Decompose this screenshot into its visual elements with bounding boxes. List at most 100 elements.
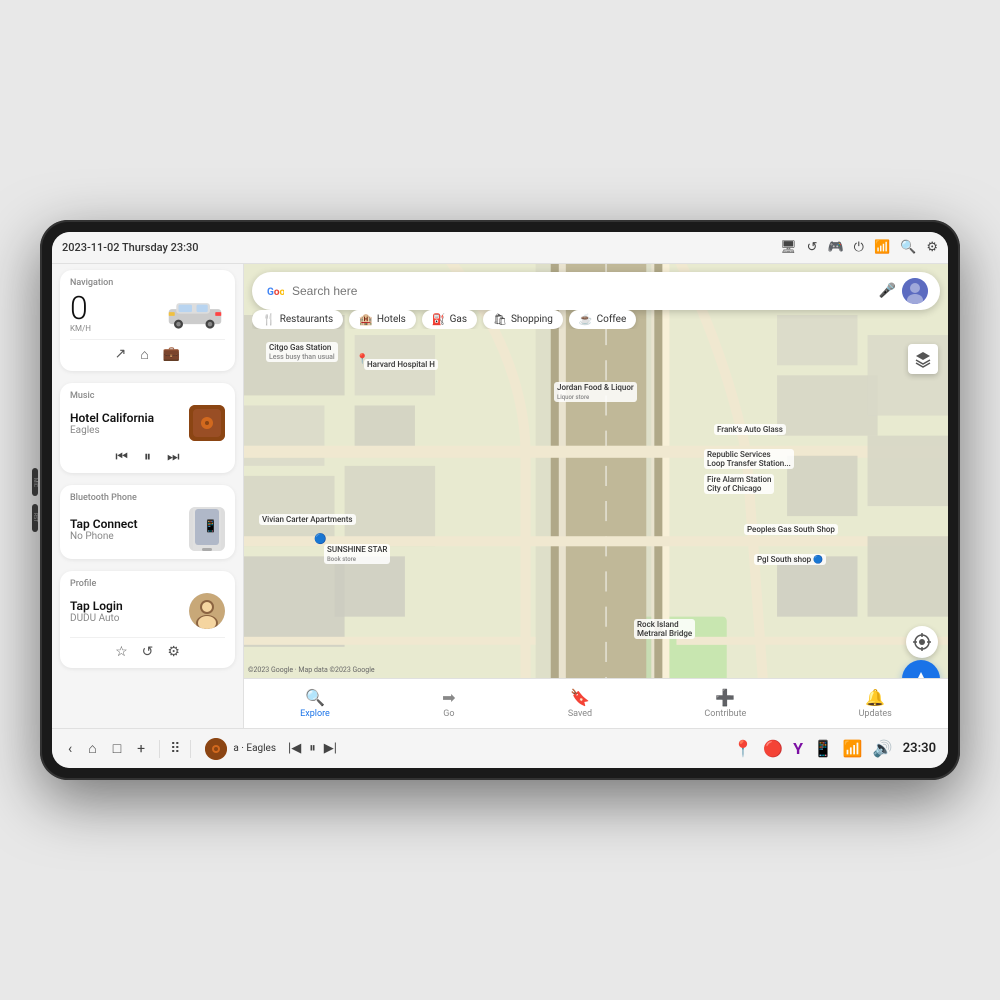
status-bar: 2023-11-02 Thursday 23:30 🖥 ↺ 🎮 ⏻ 📶 🔍 ⚙: [52, 232, 948, 264]
speed-display: 0 KM/H: [70, 292, 91, 333]
filter-hotels[interactable]: 🏨 Hotels: [349, 310, 416, 329]
svg-text:📱: 📱: [203, 519, 218, 533]
map-layers-button[interactable]: [908, 344, 938, 374]
music-artist: Eagles: [70, 425, 154, 436]
music-thumbnail: [189, 405, 225, 441]
locate-icon: [913, 633, 931, 651]
navigation-widget[interactable]: Navigation 0 KM/H: [60, 270, 235, 371]
bottom-saved[interactable]: 🔖 Saved: [568, 688, 592, 719]
filter-shopping[interactable]: 🛍 Shopping: [483, 310, 563, 329]
shopping-icon: 🛍: [493, 313, 507, 326]
layers-icon: [914, 350, 932, 368]
mic-button[interactable]: MIC: [32, 468, 38, 496]
bottom-go[interactable]: ➡ Go: [442, 688, 455, 719]
left-panel: Navigation 0 KM/H: [52, 264, 244, 728]
favorite-btn[interactable]: ☆: [115, 644, 128, 660]
speed-unit: KM/H: [70, 324, 91, 333]
map-search-bar[interactable]: Google 🎤: [252, 272, 940, 310]
music-widget[interactable]: Music Hotel California Eagles: [60, 383, 235, 473]
nav-direction-btn[interactable]: ↗: [115, 346, 127, 363]
bottom-next-btn[interactable]: ▶|: [324, 741, 337, 756]
bt-title: Tap Connect: [70, 517, 138, 531]
gas-icon: ⛽: [432, 313, 446, 326]
filter-coffee[interactable]: ☕ Coffee: [569, 310, 636, 329]
divider-2: [190, 740, 191, 758]
bluetooth-widget[interactable]: Bluetooth Phone Tap Connect No Phone 📱: [60, 485, 235, 559]
volume-icon[interactable]: 🔊: [873, 739, 893, 758]
music-controls: ⏮ ⏸ ⏭: [70, 449, 225, 465]
nav-actions: ↗ ⌂ 💼: [70, 339, 225, 363]
coffee-icon: ☕: [579, 313, 593, 326]
add-button[interactable]: +: [133, 739, 149, 759]
bottom-right-icons: 📍 🔴 Y 📱 📶 🔊 23:30: [733, 739, 936, 758]
profile-info: Tap Login DUDU Auto: [70, 599, 123, 624]
back-button[interactable]: ‹: [64, 739, 76, 759]
bottom-time: 23:30: [903, 741, 936, 756]
recent-button[interactable]: □: [109, 738, 125, 759]
settings-icon[interactable]: ⚙: [926, 240, 938, 255]
profile-avatar: [189, 593, 225, 629]
filter-coffee-label: Coffee: [597, 314, 627, 325]
bottom-play-pause-btn[interactable]: ⏸: [309, 741, 316, 756]
bt-content: Tap Connect No Phone 📱: [70, 507, 225, 551]
filter-gas[interactable]: ⛽ Gas: [422, 310, 477, 329]
bottom-prev-btn[interactable]: |◀: [288, 741, 301, 756]
divider-1: [159, 740, 160, 758]
music-title: Hotel California: [70, 411, 154, 425]
bottom-contribute[interactable]: ➕ Contribute: [704, 688, 746, 719]
updates-label: Updates: [859, 709, 892, 719]
nav-work-btn[interactable]: 💼: [163, 346, 180, 363]
sync-btn[interactable]: ↺: [142, 644, 154, 660]
power-icon: ⏻: [854, 240, 864, 255]
profile-title: Tap Login: [70, 599, 123, 613]
car-display-device: MIC RST 2023-11-02 Thursday 23:30 🖥 ↺ 🎮 …: [40, 220, 960, 780]
bt-label: Bluetooth Phone: [70, 493, 225, 503]
saved-label: Saved: [568, 709, 592, 719]
filter-gas-label: Gas: [450, 314, 467, 325]
map-svg: [244, 264, 948, 728]
carplay-icon: 📱: [813, 739, 833, 758]
bt-phone-icon: 📱: [189, 507, 225, 551]
prev-track-btn[interactable]: ⏮: [115, 449, 128, 465]
saved-icon: 🔖: [570, 688, 590, 707]
map-filters: 🍴 Restaurants 🏨 Hotels ⛽ Gas 🛍 Shopping: [252, 310, 940, 329]
search-input[interactable]: [292, 284, 879, 298]
bottom-navigation-bar: ‹ ⌂ □ + ⠿ a · Eagles |◀ ⏸ ▶|: [52, 728, 948, 768]
nav-label: Navigation: [70, 278, 225, 288]
home-button[interactable]: ⌂: [84, 738, 100, 759]
rst-button[interactable]: RST: [32, 504, 38, 532]
locate-button[interactable]: [906, 626, 938, 658]
speed-value: 0: [70, 292, 88, 324]
date-time: 2023-11-02 Thursday 23:30: [62, 241, 199, 254]
filter-shopping-label: Shopping: [511, 314, 553, 325]
bt-subtitle: No Phone: [70, 531, 138, 542]
mic-icon[interactable]: 🎤: [879, 283, 896, 299]
screen: 2023-11-02 Thursday 23:30 🖥 ↺ 🎮 ⏻ 📶 🔍 ⚙ …: [52, 232, 948, 768]
next-track-btn[interactable]: ⏭: [167, 449, 180, 465]
music-info: Hotel California Eagles: [70, 411, 154, 436]
map-bottom-bar: 🔍 Explore ➡ Go 🔖 Saved ➕ Contribute: [244, 678, 948, 728]
side-buttons: MIC RST: [32, 468, 38, 532]
user-avatar[interactable]: [902, 278, 928, 304]
profile-actions: ☆ ↺ ⚙: [70, 637, 225, 660]
map-area[interactable]: Citgo Gas StationLess busy than usual Jo…: [244, 264, 948, 728]
music-label: Music: [70, 391, 225, 401]
bottom-explore[interactable]: 🔍 Explore: [300, 688, 330, 719]
pause-btn[interactable]: ⏸: [144, 449, 151, 465]
car-icon: [165, 295, 225, 330]
settings-btn[interactable]: ⚙: [167, 644, 180, 660]
svg-text:Google: Google: [267, 287, 284, 298]
profile-widget[interactable]: Profile Tap Login DUDU Auto: [60, 571, 235, 668]
screen-icon: 🖥: [780, 240, 797, 255]
go-label: Go: [443, 709, 454, 719]
contribute-icon: ➕: [715, 688, 735, 707]
filter-restaurants[interactable]: 🍴 Restaurants: [252, 310, 343, 329]
bottom-updates[interactable]: 🔔 Updates: [859, 688, 892, 719]
apps-grid-button[interactable]: ⠿: [170, 741, 180, 757]
filter-restaurants-label: Restaurants: [280, 314, 333, 325]
profile-subtitle: DUDU Auto: [70, 613, 123, 624]
wifi-status-icon: 📶: [843, 739, 863, 758]
nav-home-btn[interactable]: ⌂: [140, 346, 148, 363]
profile-label: Profile: [70, 579, 225, 589]
status-icons-group: 🖥 ↺ 🎮 ⏻ 📶 🔍 ⚙: [780, 240, 938, 255]
